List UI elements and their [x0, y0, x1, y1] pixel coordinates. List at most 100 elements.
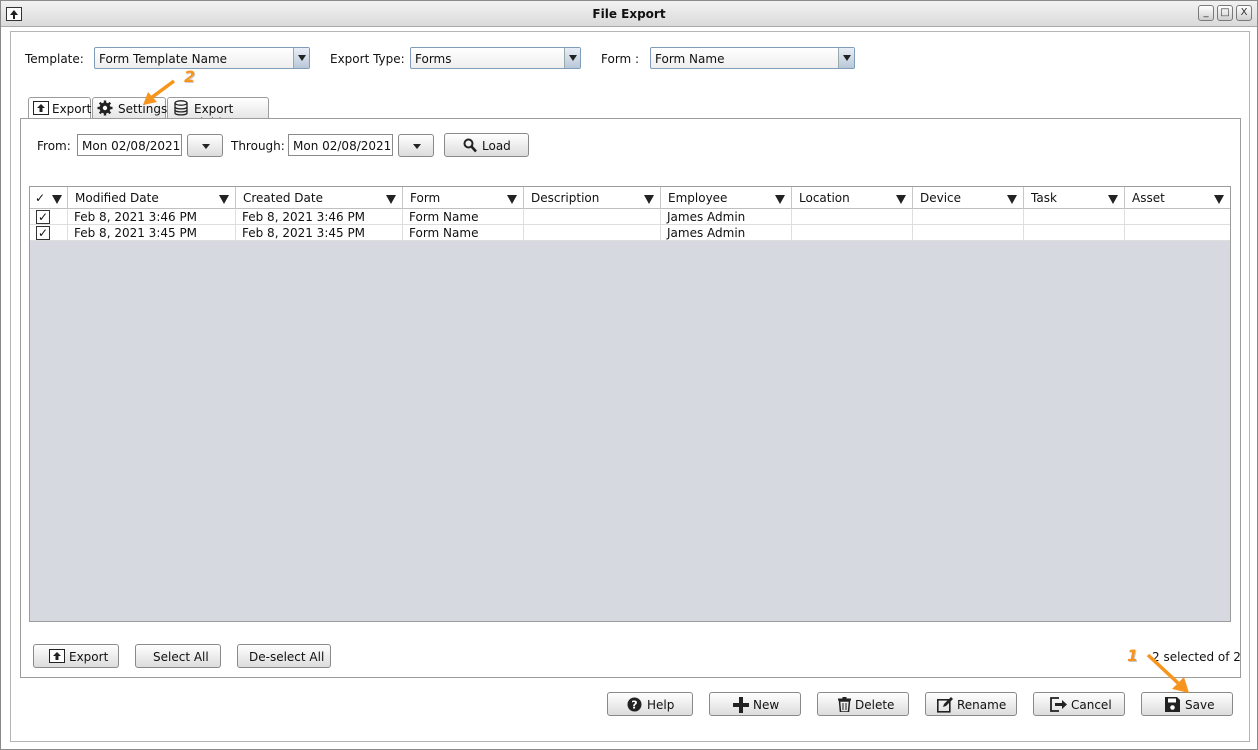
filter-icon[interactable] [644, 195, 654, 204]
column-label: Device [920, 191, 962, 205]
chevron-down-icon[interactable] [838, 48, 854, 68]
export-icon [49, 649, 65, 663]
row-checkbox[interactable]: ✓ [36, 226, 50, 240]
filter-icon[interactable] [507, 195, 517, 204]
filter-icon[interactable] [896, 195, 906, 204]
export-type-value: Forms [415, 52, 452, 66]
column-label: Employee [668, 191, 728, 205]
column-header-device[interactable]: Device [913, 187, 1024, 209]
table-cell: Feb 8, 2021 3:45 PM [236, 225, 403, 241]
form-select[interactable]: Form Name [650, 47, 855, 69]
filter-icon[interactable] [775, 195, 785, 204]
save-icon [1165, 697, 1180, 712]
maximize-button[interactable]: □ [1217, 5, 1233, 21]
table-cell [913, 209, 1024, 225]
save-button[interactable]: Save [1141, 692, 1233, 716]
through-label: Through: [231, 139, 285, 153]
exit-icon [1050, 697, 1067, 712]
table-header: ✓ Modified Date Created Date Form Descri… [30, 187, 1230, 209]
column-header-employee[interactable]: Employee [661, 187, 792, 209]
export-type-label: Export Type: [330, 52, 405, 66]
plus-icon [733, 697, 749, 713]
export-type-select[interactable]: Forms [410, 47, 581, 69]
filter-icon[interactable] [1108, 195, 1118, 204]
filter-icon[interactable] [1007, 195, 1017, 204]
trash-icon [838, 697, 851, 712]
table-cell: Feb 8, 2021 3:45 PM [68, 225, 236, 241]
callout-arrow-save [1146, 653, 1189, 693]
column-header-created-date[interactable]: Created Date [236, 187, 403, 209]
rename-label: Rename [957, 698, 1007, 712]
column-header-asset[interactable]: Asset [1125, 187, 1230, 209]
export-icon [33, 101, 49, 115]
minimize-button[interactable]: _ [1198, 5, 1214, 21]
column-label: Location [799, 191, 850, 205]
table-cell: Feb 8, 2021 3:46 PM [68, 209, 236, 225]
chevron-down-icon[interactable] [293, 48, 309, 68]
table-row[interactable]: ✓ Feb 8, 2021 3:46 PM Feb 8, 2021 3:46 P… [30, 209, 1230, 225]
close-button[interactable]: X [1236, 5, 1252, 21]
column-header-modified-date[interactable]: Modified Date [68, 187, 236, 209]
edit-icon [937, 697, 953, 713]
table-cell [1125, 209, 1230, 225]
delete-button[interactable]: Delete [817, 692, 909, 716]
help-icon: ? [627, 697, 642, 712]
select-column-header[interactable]: ✓ [30, 187, 68, 209]
column-label: Asset [1132, 191, 1165, 205]
table-cell [1024, 209, 1125, 225]
table-cell [1125, 225, 1230, 241]
tab-export-fields[interactable]: Export Fields [167, 97, 269, 130]
form-label: Form : [601, 52, 640, 66]
rename-button[interactable]: Rename [925, 692, 1017, 716]
chevron-down-icon [413, 144, 421, 149]
title-bar[interactable]: File Export _ □ X [1, 1, 1257, 27]
tab-export[interactable]: Export [28, 97, 91, 119]
template-value: Form Template Name [99, 52, 228, 66]
filter-icon[interactable] [52, 195, 62, 204]
deselect-all-button[interactable]: De-select All [237, 644, 331, 668]
checkmark-icon: ✓ [35, 191, 46, 205]
filter-icon[interactable] [386, 195, 396, 204]
column-header-task[interactable]: Task [1024, 187, 1125, 209]
template-select[interactable]: Form Template Name [94, 47, 310, 69]
records-table: ✓ Modified Date Created Date Form Descri… [29, 186, 1231, 622]
cancel-label: Cancel [1071, 698, 1112, 712]
from-date-value: Mon 02/08/2021 [82, 139, 181, 153]
column-header-description[interactable]: Description [524, 187, 661, 209]
table-row[interactable]: ✓ Feb 8, 2021 3:45 PM Feb 8, 2021 3:45 P… [30, 225, 1230, 241]
cancel-button[interactable]: Cancel [1033, 692, 1125, 716]
through-date-field[interactable]: Mon 02/08/2021 [288, 134, 393, 156]
row-checkbox[interactable]: ✓ [36, 210, 50, 224]
help-button[interactable]: ? Help [607, 692, 693, 716]
table-cell: James Admin [661, 225, 792, 241]
column-header-location[interactable]: Location [792, 187, 913, 209]
chevron-down-icon [202, 144, 210, 149]
tab-export-label: Export [52, 102, 92, 116]
from-date-field[interactable]: Mon 02/08/2021 [77, 134, 182, 156]
column-label: Created Date [243, 191, 323, 205]
callout-arrow-settings [143, 79, 176, 105]
table-cell [792, 225, 913, 241]
search-icon [463, 138, 477, 153]
new-button[interactable]: New [709, 692, 801, 716]
table-cell: Form Name [403, 225, 524, 241]
row-select-cell: ✓ [30, 209, 68, 225]
filter-icon[interactable] [219, 195, 229, 204]
chevron-down-icon[interactable] [564, 48, 580, 68]
from-label: From: [37, 139, 71, 153]
column-label: Modified Date [75, 191, 159, 205]
filter-icon[interactable] [1214, 195, 1224, 204]
load-label: Load [482, 139, 511, 153]
from-date-dropdown[interactable] [187, 134, 223, 157]
select-all-button[interactable]: Select All [135, 644, 221, 668]
help-label: Help [647, 698, 675, 712]
load-button[interactable]: Load [444, 133, 529, 157]
form-value: Form Name [655, 52, 725, 66]
table-cell [524, 225, 661, 241]
column-label: Description [531, 191, 600, 205]
export-button[interactable]: Export [33, 644, 119, 668]
column-header-form[interactable]: Form [403, 187, 524, 209]
table-cell: James Admin [661, 209, 792, 225]
through-date-dropdown[interactable] [398, 134, 434, 157]
deselect-all-label: De-select All [249, 650, 325, 664]
